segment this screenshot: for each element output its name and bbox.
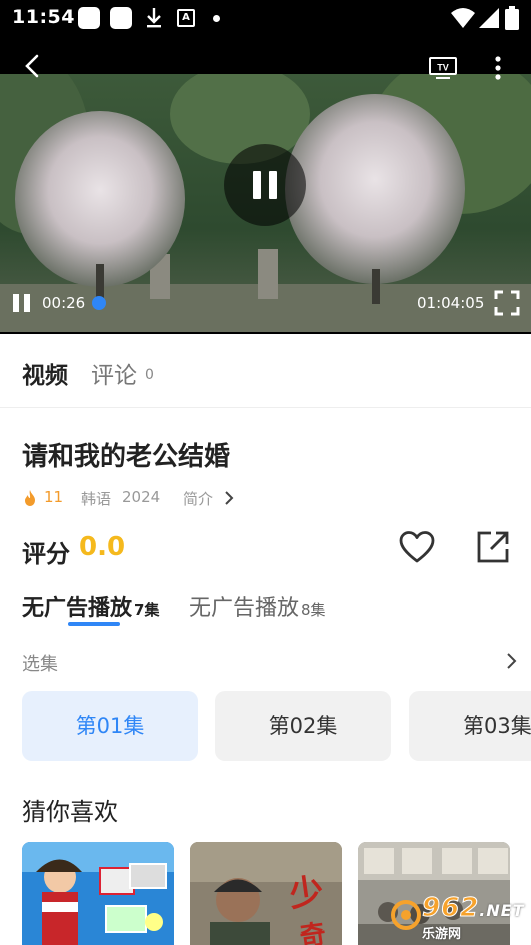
source-tab-2[interactable]: 无广告播放 8集 [189,590,326,622]
player-controls: 00:26 01:04:05 [0,286,531,322]
pause-icon[interactable] [11,292,33,314]
content-tabs: 视频 评论 0 [0,334,531,408]
fire-icon [25,490,35,506]
more-options-icon[interactable] [486,54,510,82]
video-title: 请和我的老公结婚 [22,442,231,472]
rating-label: 评分 [22,540,70,568]
source-count: 7集 [134,601,160,619]
battery-icon [505,6,519,30]
notification-square-icon [78,7,100,29]
signal-icon [479,8,499,28]
favorite-heart-icon[interactable] [399,530,435,564]
center-pause-button[interactable] [224,144,306,226]
notification-square-icon [110,7,132,29]
rating-value: 0.0 [79,532,126,562]
video-meta: 11 韩语 2024 简介 [22,487,322,509]
year: 2024 [122,488,161,506]
source-count: 8集 [301,601,326,619]
watermark-subtitle: 乐游网 [422,927,462,942]
tab-video[interactable]: 视频 [22,356,68,390]
chevron-right-icon[interactable] [223,490,235,506]
source-tab-1[interactable]: 无广告播放 7集 [22,590,159,622]
fullscreen-icon[interactable] [494,290,520,316]
source-label: 无广告播放 [22,596,133,621]
active-tab-indicator [68,622,120,626]
view-count: 11 [44,488,64,506]
tab-comments[interactable]: 评论 [91,356,137,390]
recommend-title: 猜你喜欢 [22,798,118,826]
poster-thumbnail[interactable]: 少 奇 [190,842,342,945]
source-label: 无广告播放 [189,596,300,621]
wifi-icon [451,8,475,28]
watermark-number: 962.NET [421,893,525,924]
language: 韩语 [81,490,112,508]
current-time: 00:26 [42,294,86,312]
dot-icon [213,15,220,22]
chevron-right-icon[interactable] [505,652,517,670]
total-time: 01:04:05 [417,294,485,312]
tv-cast-icon[interactable]: TV [428,56,458,80]
watermark-logo-icon [391,900,421,930]
tv-icon-label: TV [437,63,449,73]
status-bar: 11:54 A [0,0,531,36]
download-icon [147,8,161,28]
back-icon[interactable] [18,52,46,80]
episode-item[interactable]: 第01集 [22,691,198,761]
video-player[interactable]: TV 00:26 01:04:05 [0,36,531,334]
episode-item[interactable]: 第02集 [215,691,391,761]
episode-item[interactable]: 第03集 [409,691,531,761]
svg-text:奇: 奇 [298,919,328,945]
episode-header[interactable]: 选集 [22,650,517,675]
poster-thumbnail[interactable] [22,842,174,945]
pause-icon [253,171,277,199]
share-icon[interactable] [476,530,510,564]
font-icon: A [177,9,195,27]
rating-row: 评分 0.0 [22,528,522,570]
episode-list: 第01集 第02集 第03集 [22,691,531,763]
seek-handle[interactable] [92,296,106,310]
episode-header-title: 选集 [22,654,58,675]
status-time: 11:54 [12,6,75,28]
site-watermark: 962.NET 乐游网 [388,893,526,942]
comment-count: 0 [145,367,154,383]
svg-text:少: 少 [287,871,326,915]
intro-link[interactable]: 简介 [183,488,213,509]
